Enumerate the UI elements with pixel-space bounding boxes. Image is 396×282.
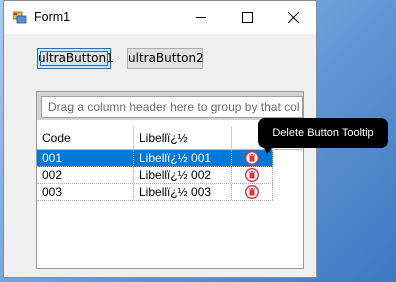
trash-icon[interactable] [245, 151, 259, 165]
maximize-button[interactable] [224, 1, 270, 34]
cell-libelle[interactable]: Libellï¿½ 002 [134, 167, 232, 183]
form-client-area: ultraButton1 ultraButton2 Drag a column … [4, 34, 316, 277]
ultra-button-2[interactable]: ultraButton2 [127, 48, 204, 69]
tooltip-pointer [263, 146, 274, 154]
delete-button-tooltip: Delete Button Tooltip [258, 118, 388, 148]
title-bar[interactable]: Form1 [4, 1, 316, 34]
ultra-button-2-label: ultraButton2 [128, 51, 204, 65]
table-row[interactable]: 003 Libellï¿½ 003 [37, 184, 273, 201]
window-title: Form1 [34, 10, 71, 24]
minimize-icon [195, 17, 206, 18]
trash-icon[interactable] [245, 185, 259, 199]
cell-action [232, 184, 273, 200]
group-by-prompt: Drag a column header here to group by th… [41, 96, 303, 118]
group-by-box[interactable]: Drag a column header here to group by th… [37, 92, 303, 120]
column-header-libelle[interactable]: Libellï¿½ [134, 126, 232, 150]
close-icon [287, 12, 299, 23]
cell-libelle[interactable]: Libellï¿½ 001 [134, 150, 232, 166]
cell-code[interactable]: 002 [37, 167, 134, 183]
maximize-icon [241, 12, 253, 23]
winforms-app-icon [13, 11, 27, 24]
cell-action [232, 167, 273, 183]
table-row[interactable]: 002 Libellï¿½ 002 [37, 167, 273, 184]
cell-code[interactable]: 001 [37, 150, 134, 166]
focus-rectangle [40, 51, 108, 66]
table-row[interactable]: 001 Libellï¿½ 001 [37, 150, 273, 167]
trash-icon[interactable] [245, 168, 259, 182]
cell-libelle[interactable]: Libellï¿½ 003 [134, 184, 232, 200]
column-header-code[interactable]: Code [37, 126, 134, 150]
minimize-button[interactable] [178, 1, 224, 34]
ultra-button-1[interactable]: ultraButton1 [37, 48, 114, 69]
close-button[interactable] [270, 1, 316, 34]
cell-code[interactable]: 003 [37, 184, 134, 200]
